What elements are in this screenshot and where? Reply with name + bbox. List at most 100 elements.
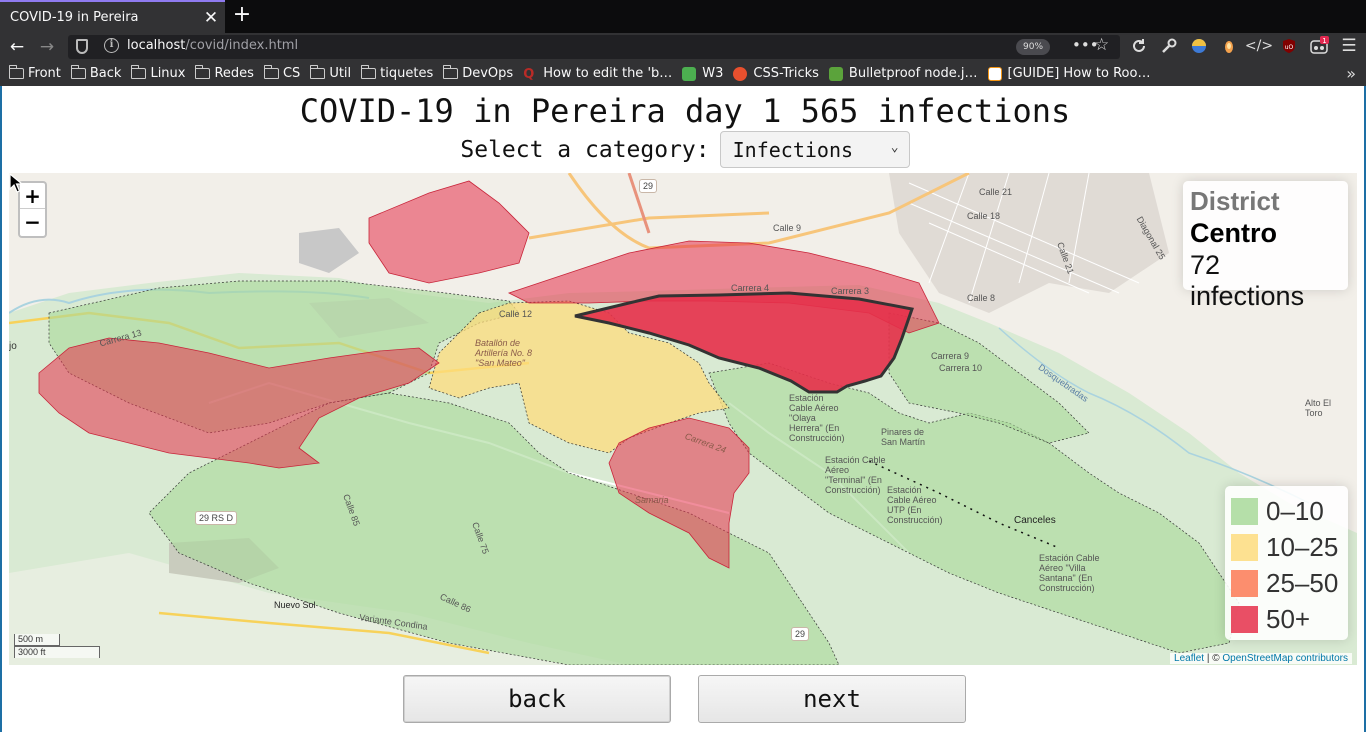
- tab-close-icon[interactable]: ✕: [197, 4, 225, 32]
- reload-icon[interactable]: [1129, 36, 1149, 56]
- zoom-out-button[interactable]: −: [20, 209, 45, 235]
- back-arrow-icon[interactable]: ←: [5, 35, 29, 59]
- legend-label: 50+: [1266, 603, 1311, 634]
- folder-icon: [310, 65, 326, 79]
- tab-active[interactable]: COVID-19 in Pereira ✕: [0, 0, 225, 33]
- attribution-separator: | ©: [1204, 653, 1223, 664]
- back-button[interactable]: back: [403, 675, 671, 723]
- district-info-panel: District Centro 72 infections: [1183, 181, 1348, 311]
- url-bar[interactable]: i localhost/covid/index.html 90% ••• ☆: [68, 35, 1120, 59]
- extension-half-moon-icon[interactable]: [1189, 36, 1209, 56]
- route-shield: 29 RS D: [195, 511, 238, 525]
- place-label: Alto El Toro: [1305, 398, 1332, 418]
- legend-swatch: [1231, 605, 1258, 633]
- notification-count: 1: [1322, 37, 1326, 45]
- bookmark-label: tiquetes: [380, 66, 434, 81]
- bookmark-bulletproof[interactable]: Bulletproof node.j…: [828, 66, 978, 81]
- url-text[interactable]: localhost/covid/index.html: [127, 38, 298, 53]
- bookmark-label: Linux: [150, 66, 186, 81]
- osm-link[interactable]: OpenStreetMap contributors: [1222, 653, 1348, 664]
- w3-icon: [682, 66, 697, 81]
- category-selected-value: Infections: [732, 137, 854, 162]
- bookmark-folder-redes[interactable]: Redes: [195, 65, 254, 81]
- extension-glasses-icon[interactable]: 1: [1309, 36, 1329, 56]
- place-label: Batallón de Artillería No. 8 "San Mateo": [475, 338, 533, 368]
- category-label: Select a category:: [460, 136, 710, 163]
- place-label: Pinares de San Martín: [881, 427, 926, 447]
- bookmark-label: How to edit the 'b…: [543, 66, 673, 81]
- place-label: Canceles: [1014, 515, 1056, 526]
- mouse-cursor-icon: [9, 173, 24, 193]
- bookmark-star-icon[interactable]: ☆: [1094, 35, 1109, 55]
- wrench-icon[interactable]: [1159, 36, 1179, 56]
- quora-icon: Q: [523, 66, 535, 82]
- bookmark-folder-back[interactable]: Back: [70, 65, 121, 81]
- bookmark-folder-devops[interactable]: DevOps: [443, 65, 514, 81]
- bookmarks-toolbar: Front Back Linux Redes CS Util tiquetes …: [0, 61, 1366, 86]
- url-path: /covid/index.html: [185, 38, 299, 53]
- bookmark-label: Bulletproof node.j…: [848, 66, 978, 81]
- bookmark-folder-tiquetes[interactable]: tiquetes: [361, 65, 434, 81]
- map-legend: 0–10 10–25 25–50 50+: [1225, 486, 1348, 640]
- folder-icon: [9, 65, 24, 79]
- bookmark-w3[interactable]: W3: [682, 66, 723, 81]
- legend-item: 0–10: [1231, 493, 1348, 529]
- folder-icon: [361, 65, 377, 79]
- place-label: Estación Cable Aéreo UTP (En Construcció…: [887, 485, 943, 525]
- zoom-level-badge[interactable]: 90%: [1016, 39, 1051, 55]
- bookmark-label: CS: [282, 66, 301, 81]
- ublock-icon[interactable]: uO: [1279, 36, 1299, 56]
- street-label: Carrera 4: [731, 283, 770, 293]
- next-button[interactable]: next: [698, 675, 966, 723]
- svg-text:uO: uO: [1285, 44, 1294, 51]
- bookmark-label: CSS-Tricks: [753, 66, 819, 81]
- place-label: Estación Cable Aéreo "Olaya Herrera" (En…: [789, 393, 845, 443]
- legend-item: 10–25: [1231, 529, 1348, 565]
- leaflet-link[interactable]: Leaflet: [1174, 653, 1204, 664]
- street-label: Carrera 10: [939, 363, 983, 373]
- info-district-value: 72 infections: [1190, 250, 1305, 311]
- bookmark-css-tricks[interactable]: CSS-Tricks: [733, 66, 819, 81]
- route-shield: 29: [639, 179, 658, 193]
- bookmark-folder-front[interactable]: Front: [9, 65, 61, 81]
- page-title: COVID-19 in Pereira day 1 565 infections: [299, 92, 1071, 130]
- navigation-toolbar: ← → i localhost/covid/index.html 90% •••…: [0, 33, 1366, 61]
- bookmarks-overflow-icon[interactable]: »: [1346, 64, 1356, 83]
- site-info-icon[interactable]: i: [104, 38, 119, 53]
- bookmark-label: [GUIDE] How to Roo…: [1007, 66, 1151, 81]
- tracking-shield-icon[interactable]: [76, 39, 88, 54]
- folder-icon: [263, 65, 279, 79]
- bookmark-folder-linux[interactable]: Linux: [131, 65, 186, 81]
- bookmark-folder-cs[interactable]: CS: [263, 65, 301, 81]
- bookmark-label: DevOps: [462, 66, 514, 81]
- bookmark-quora[interactable]: Q How to edit the 'b…: [523, 66, 673, 82]
- hamburger-menu-icon[interactable]: ☰: [1339, 36, 1359, 56]
- chevron-down-icon: ⌄: [890, 140, 899, 155]
- bookmark-folder-util[interactable]: Util: [310, 65, 351, 81]
- map-scale: 500 m 3000 ft: [14, 634, 100, 658]
- legend-item: 25–50: [1231, 565, 1348, 601]
- category-row: Select a category: Infections ⌄: [2, 131, 1366, 168]
- street-label: Carrera 3: [831, 286, 870, 296]
- legend-label: 0–10: [1266, 495, 1324, 526]
- place-label: Estación Cable Aéreo "Terminal" (En Cons…: [825, 455, 886, 495]
- choropleth-map[interactable]: 29 Calle 9 Carrera 4 Carrera 3 Calle 12 …: [9, 173, 1357, 665]
- bulletproof-icon: [828, 66, 843, 81]
- place-label: jo: [9, 341, 17, 352]
- category-select[interactable]: Infections ⌄: [719, 131, 910, 168]
- extension-bulb-icon[interactable]: [1219, 36, 1239, 56]
- developer-tools-icon[interactable]: </>: [1245, 36, 1273, 56]
- route-shield: 29: [791, 627, 810, 641]
- xda-icon: [987, 66, 1002, 81]
- bookmark-label: W3: [702, 66, 724, 81]
- legend-swatch: [1231, 533, 1258, 561]
- new-tab-icon[interactable]: +: [230, 4, 254, 28]
- street-label: Carrera 9: [931, 351, 970, 361]
- street-label: Calle 12: [499, 309, 533, 319]
- street-label: Calle 8: [967, 293, 996, 303]
- scale-metric: 500 m: [14, 634, 60, 646]
- bookmark-xda[interactable]: [GUIDE] How to Roo…: [987, 66, 1151, 81]
- css-tricks-icon: [733, 66, 748, 81]
- legend-item: 50+: [1231, 601, 1348, 637]
- forward-arrow-icon[interactable]: →: [35, 35, 59, 59]
